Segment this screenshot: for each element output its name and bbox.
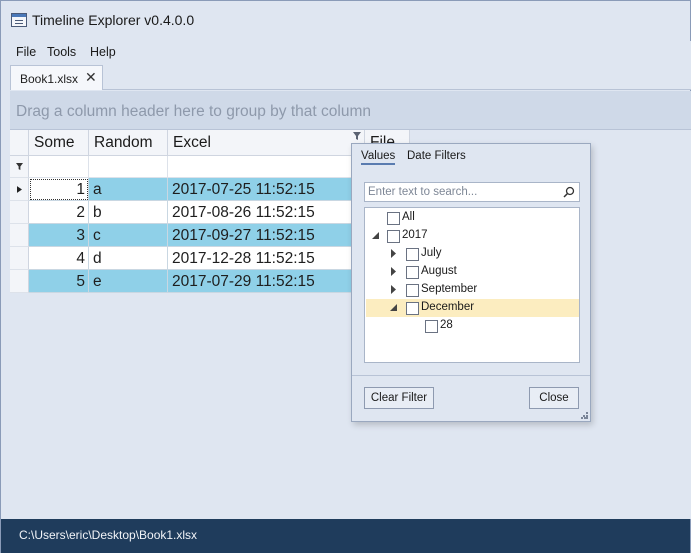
cell-random[interactable]: b <box>89 201 168 224</box>
cell-random[interactable]: a <box>89 178 168 201</box>
cell-excel[interactable]: 2017-07-29 11:52:15 <box>168 270 366 293</box>
indicator-header <box>10 130 29 156</box>
tree-node-label: December <box>421 301 475 313</box>
document-tab-strip: Book1.xlsx ✕ <box>10 63 691 90</box>
tree-node-label: All <box>402 211 415 223</box>
cell-random[interactable]: c <box>89 224 168 247</box>
column-header-excel[interactable]: Excel <box>168 130 365 156</box>
tree-node-label: September <box>421 283 478 295</box>
column-header-label: Some <box>34 134 75 151</box>
table-row[interactable]: 4 d 2017-12-28 11:52:15 <box>29 247 366 270</box>
tree-node-year[interactable]: 2017 <box>366 227 579 245</box>
column-header-random[interactable]: Random <box>89 130 168 156</box>
filter-cell-some[interactable] <box>29 156 89 178</box>
tree-node-month[interactable]: August <box>366 263 579 281</box>
checkbox[interactable] <box>406 248 419 261</box>
tree-node-all[interactable]: All <box>366 209 579 227</box>
resize-grip-icon[interactable] <box>581 412 588 419</box>
tree-node-label: 2017 <box>402 229 428 241</box>
tree-node-day[interactable]: 28 <box>366 317 579 335</box>
close-button[interactable]: Close <box>529 387 579 409</box>
row-indicator[interactable] <box>10 201 29 224</box>
table-row[interactable]: 3 c 2017-09-27 11:52:15 <box>29 224 366 247</box>
menu-bar: File Tools Help <box>10 41 691 63</box>
expand-arrow-icon[interactable] <box>389 285 398 294</box>
status-bar: C:\Users\eric\Desktop\Book1.xlsx <box>1 519 690 553</box>
clear-filter-button[interactable]: Clear Filter <box>364 387 434 409</box>
tree-node-label: August <box>421 265 457 277</box>
menu-tools[interactable]: Tools <box>47 45 76 59</box>
document-tab-label: Book1.xlsx <box>20 72 79 86</box>
popup-divider <box>352 375 590 376</box>
app-window-icon <box>11 13 27 27</box>
column-header-label: Excel <box>173 134 211 151</box>
menu-help[interactable]: Help <box>90 45 116 59</box>
cell-some[interactable]: 4 <box>29 247 89 270</box>
table-row[interactable]: 5 e 2017-07-29 11:52:15 <box>29 270 366 293</box>
current-row-arrow-icon <box>17 186 22 193</box>
cell-random[interactable]: d <box>89 247 168 270</box>
menu-file[interactable]: File <box>16 45 36 59</box>
tab-date-filters[interactable]: Date Filters <box>407 150 466 162</box>
window-title: Timeline Explorer v0.4.0.0 <box>32 12 195 28</box>
tree-node-label: July <box>421 247 442 259</box>
checkbox[interactable] <box>425 320 438 333</box>
checkbox[interactable] <box>406 284 419 297</box>
column-filter-popup: Values Date Filters All 2017 July August <box>351 143 591 422</box>
tree-node-month-selected[interactable]: December <box>366 299 579 317</box>
cell-excel[interactable]: 2017-08-26 11:52:15 <box>168 201 366 224</box>
checkbox[interactable] <box>406 266 419 279</box>
filter-row-indicator <box>10 156 29 178</box>
cell-some[interactable]: 5 <box>29 270 89 293</box>
filter-cell-random[interactable] <box>89 156 168 178</box>
cell-excel[interactable]: 2017-12-28 11:52:15 <box>168 247 366 270</box>
tree-node-month[interactable]: September <box>366 281 579 299</box>
magnifier-icon[interactable] <box>563 186 575 198</box>
expand-arrow-icon[interactable] <box>389 249 398 258</box>
cell-some[interactable]: 2 <box>29 201 89 224</box>
collapse-arrow-icon[interactable] <box>389 303 398 312</box>
expand-arrow-icon[interactable] <box>389 267 398 276</box>
tree-node-label: 28 <box>440 319 453 331</box>
filter-search-box <box>364 182 580 202</box>
checkbox[interactable] <box>387 230 400 243</box>
filter-cell-excel[interactable] <box>168 156 365 178</box>
group-by-panel[interactable]: Drag a column header here to group by th… <box>10 91 691 130</box>
row-indicator[interactable] <box>10 247 29 270</box>
funnel-icon <box>16 163 23 170</box>
title-bar: Timeline Explorer v0.4.0.0 <box>1 1 690 39</box>
group-by-hint: Drag a column header here to group by th… <box>16 103 371 120</box>
cell-some[interactable]: 1 <box>29 178 89 201</box>
row-indicator[interactable] <box>10 270 29 293</box>
collapse-arrow-icon[interactable] <box>371 231 380 240</box>
cell-random[interactable]: e <box>89 270 168 293</box>
column-header-label: Random <box>94 134 153 151</box>
cell-some[interactable]: 3 <box>29 224 89 247</box>
row-indicator[interactable] <box>10 178 29 201</box>
document-tab[interactable]: Book1.xlsx ✕ <box>10 65 103 90</box>
table-row[interactable]: 1 a 2017-07-25 11:52:15 <box>29 178 366 201</box>
tab-values[interactable]: Values <box>361 150 396 165</box>
row-indicator[interactable] <box>10 224 29 247</box>
table-row[interactable]: 2 b 2017-08-26 11:52:15 <box>29 201 366 224</box>
checkbox[interactable] <box>406 302 419 315</box>
checkbox[interactable] <box>387 212 400 225</box>
cell-excel[interactable]: 2017-07-25 11:52:15 <box>168 178 366 201</box>
column-header-some[interactable]: Some <box>29 130 89 156</box>
funnel-icon[interactable] <box>353 132 361 140</box>
status-file-path: C:\Users\eric\Desktop\Book1.xlsx <box>19 528 198 542</box>
close-icon[interactable]: ✕ <box>85 69 97 86</box>
filter-values-tree: All 2017 July August September December <box>364 207 580 363</box>
filter-search-input[interactable] <box>368 185 558 199</box>
tree-node-month[interactable]: July <box>366 245 579 263</box>
cell-excel[interactable]: 2017-09-27 11:52:15 <box>168 224 366 247</box>
